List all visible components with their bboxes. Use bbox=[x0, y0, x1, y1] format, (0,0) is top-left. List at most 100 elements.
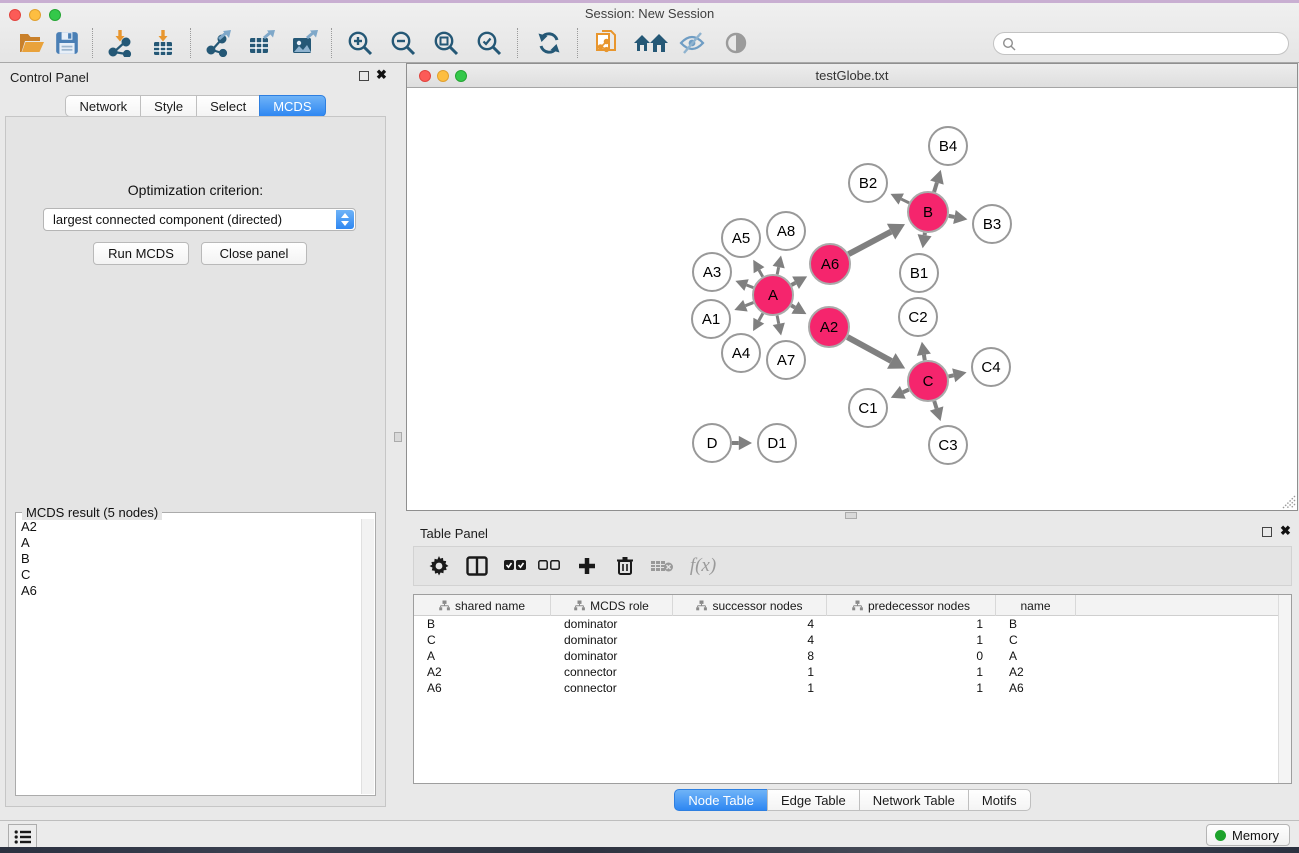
export-table-icon[interactable] bbox=[245, 27, 277, 59]
table-row[interactable]: A2connector11A2 bbox=[414, 664, 1278, 680]
table-cell: 1 bbox=[827, 664, 996, 680]
graph-edge-A-A3[interactable] bbox=[747, 285, 754, 288]
table-cell: A6 bbox=[996, 680, 1076, 696]
graph-node-label: A bbox=[768, 287, 778, 304]
table-row[interactable]: Bdominator41B bbox=[414, 616, 1278, 632]
table-cell: A6 bbox=[414, 680, 551, 696]
column-header-shared-name[interactable]: shared name bbox=[414, 595, 551, 616]
zoom-selected-icon[interactable] bbox=[473, 27, 505, 59]
run-mcds-button[interactable]: Run MCDS bbox=[93, 242, 189, 265]
graph-edge-A-A5[interactable] bbox=[759, 270, 763, 277]
mcds-tab-content: Optimization criterion: largest connecte… bbox=[5, 116, 386, 807]
graph-edge-A6-B[interactable] bbox=[849, 232, 892, 255]
mcds-list-scrollbar[interactable] bbox=[361, 519, 374, 794]
delete-column-icon[interactable] bbox=[610, 551, 640, 581]
close-panel-button[interactable]: Close panel bbox=[201, 242, 307, 265]
graph-edge-B-B4[interactable] bbox=[934, 183, 937, 192]
horizontal-splitter-handle[interactable] bbox=[845, 512, 857, 519]
toolbar-separator bbox=[331, 28, 332, 58]
column-header-successor-nodes[interactable]: successor nodes bbox=[673, 595, 827, 616]
graph-edge-C-C1[interactable] bbox=[903, 390, 909, 393]
zoom-fit-icon[interactable] bbox=[430, 27, 462, 59]
import-table-icon[interactable] bbox=[147, 27, 179, 59]
graph-edge-A-A4[interactable] bbox=[759, 313, 763, 320]
network-from-clipboard-icon[interactable] bbox=[591, 27, 623, 59]
criterion-select[interactable]: largest connected component (directed) bbox=[43, 208, 356, 231]
tab-edge-table[interactable]: Edge Table bbox=[767, 789, 860, 811]
show-panel-list-button[interactable] bbox=[8, 824, 37, 849]
open-session-icon[interactable] bbox=[16, 27, 48, 59]
import-network-icon[interactable] bbox=[104, 27, 136, 59]
export-network-icon[interactable] bbox=[202, 27, 234, 59]
zoom-in-icon[interactable] bbox=[344, 27, 376, 59]
add-column-icon[interactable] bbox=[572, 551, 602, 581]
select-all-icon[interactable] bbox=[500, 551, 530, 581]
graph-edge-A-A7[interactable] bbox=[777, 316, 779, 324]
zoom-out-icon[interactable] bbox=[387, 27, 419, 59]
column-tree-icon bbox=[439, 600, 450, 611]
graph-edge-B-B2[interactable] bbox=[901, 199, 909, 203]
close-panel-icon[interactable]: ✖ bbox=[376, 67, 387, 83]
tab-style[interactable]: Style bbox=[140, 95, 197, 117]
titlebar[interactable]: Session: New Session bbox=[0, 3, 1299, 23]
vertical-splitter-handle[interactable] bbox=[394, 432, 402, 442]
float-panel-icon[interactable] bbox=[359, 71, 369, 81]
graph-edge-A-A8[interactable] bbox=[777, 267, 778, 274]
memory-button[interactable]: Memory bbox=[1206, 824, 1290, 846]
graph-edge-A-A1[interactable] bbox=[745, 303, 753, 306]
float-table-panel-icon[interactable] bbox=[1262, 527, 1272, 537]
mcds-result-item[interactable]: B bbox=[18, 551, 359, 567]
graph-edge-C-C3[interactable] bbox=[934, 401, 936, 408]
tab-network[interactable]: Network bbox=[65, 95, 141, 117]
search-input[interactable] bbox=[1022, 34, 1282, 53]
deselect-all-icon[interactable] bbox=[534, 551, 564, 581]
criterion-selected-value: largest connected component (directed) bbox=[53, 212, 282, 227]
mcds-result-box: MCDS result (5 nodes) A2ABCA6 bbox=[15, 512, 376, 796]
mcds-result-item[interactable]: A bbox=[18, 535, 359, 551]
column-header-name[interactable]: name bbox=[996, 595, 1076, 616]
graph-node-label: B2 bbox=[859, 175, 877, 192]
save-session-icon[interactable] bbox=[51, 27, 83, 59]
column-header-MCDS-role[interactable]: MCDS role bbox=[551, 595, 673, 616]
select-stepper-icon[interactable] bbox=[336, 210, 354, 229]
graph-edge-arrowhead bbox=[773, 255, 785, 268]
export-image-icon[interactable] bbox=[288, 27, 320, 59]
graph-edge-B-B3[interactable] bbox=[949, 216, 955, 217]
mcds-result-item[interactable]: C bbox=[18, 567, 359, 583]
tab-motifs[interactable]: Motifs bbox=[968, 789, 1031, 811]
mcds-result-item[interactable]: A2 bbox=[18, 519, 359, 535]
close-table-panel-icon[interactable]: ✖ bbox=[1280, 523, 1291, 539]
network-window-titlebar[interactable]: testGlobe.txt bbox=[407, 64, 1297, 88]
control-panel: Control Panel ✖ NetworkStyleSelectMCDS O… bbox=[0, 63, 391, 820]
tab-network-table[interactable]: Network Table bbox=[859, 789, 969, 811]
settings-gear-icon[interactable] bbox=[424, 551, 454, 581]
table-cell: 4 bbox=[673, 616, 827, 632]
column-view-icon[interactable] bbox=[462, 551, 492, 581]
table-row[interactable]: Cdominator41C bbox=[414, 632, 1278, 648]
network-canvas[interactable]: B4B2BB3A5A8A6B1A3AC2A1A2A4A7C4CC1C3DD1 bbox=[407, 89, 1297, 510]
refresh-icon[interactable] bbox=[533, 27, 565, 59]
table-row[interactable]: A6connector11A6 bbox=[414, 680, 1278, 696]
table-scrollbar[interactable] bbox=[1278, 595, 1291, 783]
graph-node-label: C4 bbox=[981, 359, 1000, 376]
graph-node-label: A8 bbox=[777, 223, 795, 240]
search-box[interactable] bbox=[993, 32, 1289, 55]
graph-edge-C-C4[interactable] bbox=[948, 375, 953, 376]
home-icon[interactable] bbox=[631, 27, 671, 59]
function-builder-icon[interactable]: f(x) bbox=[682, 551, 724, 581]
graph-edge-C-C2[interactable] bbox=[924, 355, 925, 361]
graph-edge-A2-C[interactable] bbox=[847, 337, 891, 361]
tab-select[interactable]: Select bbox=[196, 95, 260, 117]
tab-mcds[interactable]: MCDS bbox=[259, 95, 325, 117]
graph-edge-A-A6[interactable] bbox=[791, 283, 795, 285]
graph-edge-A-A2[interactable] bbox=[791, 305, 795, 307]
column-header-predecessor-nodes[interactable]: predecessor nodes bbox=[827, 595, 996, 616]
mcds-result-item[interactable]: A6 bbox=[18, 583, 359, 599]
hide-graphics-details-icon[interactable] bbox=[676, 27, 708, 59]
show-graphics-details-icon[interactable] bbox=[720, 27, 752, 59]
table-row[interactable]: Adominator80A bbox=[414, 648, 1278, 664]
delete-table-icon[interactable] bbox=[647, 551, 677, 581]
tab-node-table[interactable]: Node Table bbox=[674, 789, 768, 811]
window-resize-grip[interactable] bbox=[1281, 494, 1296, 509]
optimization-criterion-label: Optimization criterion: bbox=[6, 182, 385, 198]
